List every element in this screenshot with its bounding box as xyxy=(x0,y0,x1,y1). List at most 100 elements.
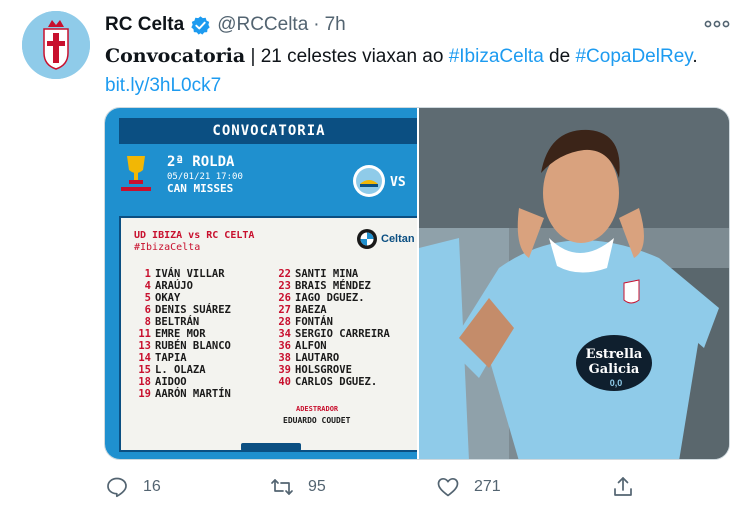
sponsor: Celtan xyxy=(356,228,415,250)
match-hashtag: #IbizaCelta xyxy=(134,242,201,253)
tweet-header: RC Celta @RCCelta · 7h xyxy=(105,12,346,38)
player-name: BELTRÁN xyxy=(155,316,200,328)
player-number: 34 xyxy=(278,328,291,340)
like-count: 271 xyxy=(474,478,501,495)
reply-icon xyxy=(105,475,129,499)
player-number: 22 xyxy=(278,268,291,280)
player-name: TAPIA xyxy=(155,352,187,364)
venue-label: CAN MISSES xyxy=(167,182,234,195)
player-number: 5 xyxy=(144,292,151,304)
player-row: 27 BAEZA xyxy=(274,304,390,316)
player-number: 1 xyxy=(144,268,151,280)
player-row: 34 SERGIO CARREIRA xyxy=(274,328,390,340)
round-label: 2ª ROLDA xyxy=(167,154,235,170)
timestamp[interactable]: 7h xyxy=(325,14,346,36)
squad-sheet: UD IBIZA vs RC CELTA #IbizaCelta Celtan xyxy=(119,216,417,452)
player-number: 15 xyxy=(138,364,151,376)
retweet-button[interactable]: 95 xyxy=(270,475,326,499)
player-number: 11 xyxy=(138,328,151,340)
player-name: HOLSGROVE xyxy=(295,364,352,376)
player-row: 1 IVÁN VILLAR xyxy=(134,268,231,280)
player-row: 19 AARÓN MARTÍN xyxy=(134,388,231,400)
copa-del-rey-logo-icon xyxy=(119,152,153,192)
verified-badge-icon xyxy=(190,15,211,36)
player-number: 19 xyxy=(138,388,151,400)
player-number: 13 xyxy=(138,340,151,352)
reply-button[interactable]: 16 xyxy=(105,475,161,499)
player-row: 14 TAPIA xyxy=(134,352,231,364)
player-name: AIDOO xyxy=(155,376,187,388)
poster-image[interactable]: CONVOCATORIA 2ª ROLDA 05/01/21 17:00 CAN… xyxy=(105,108,417,459)
player-row: 38 LAUTARO xyxy=(274,352,390,364)
shirt-sponsor-line1: Estrella xyxy=(586,347,643,362)
coach-label: ADESTRADOR xyxy=(296,405,339,413)
tweet-text-part: | 21 celestes viaxan ao xyxy=(245,46,449,67)
player-name: CARLOS DGUEZ. xyxy=(295,376,378,388)
separator-dot: · xyxy=(313,14,320,35)
player-row: 13 RUBÉN BLANCO xyxy=(134,340,231,352)
tweet-text: Convocatoria | 21 celestes viaxan ao #Ib… xyxy=(105,42,735,100)
player-name: SANTI MINA xyxy=(295,268,359,280)
vs-label: VS xyxy=(390,175,406,190)
more-options-icon[interactable] xyxy=(703,16,731,32)
heart-icon xyxy=(436,475,460,499)
player-number: 14 xyxy=(138,352,151,364)
player-name: BAEZA xyxy=(295,304,327,316)
retweet-icon xyxy=(270,475,294,499)
display-name[interactable]: RC Celta xyxy=(105,14,184,36)
player-number: 6 xyxy=(144,304,151,316)
celta-crest-icon xyxy=(22,11,90,79)
tweet-text-line1: Convocatoria | 21 celestes viaxan ao #Ib… xyxy=(105,42,735,71)
avatar[interactable] xyxy=(22,11,90,79)
player-name: EMRE MOR xyxy=(155,328,206,340)
player-name: ARAÚJO xyxy=(155,280,193,292)
player-name: IVÁN VILLAR xyxy=(155,268,225,280)
player-row: 23 BRAIS MÉNDEZ xyxy=(274,280,390,292)
player-name: IAGO DGUEZ. xyxy=(295,292,365,304)
player-number: 39 xyxy=(278,364,291,376)
player-name: AARÓN MARTÍN xyxy=(155,388,231,400)
player-number: 40 xyxy=(278,376,291,388)
ud-ibiza-badge-icon xyxy=(352,164,386,198)
player-row: 5 OKAY xyxy=(134,292,231,304)
player-row: 11 EMRE MOR xyxy=(134,328,231,340)
player-number: 36 xyxy=(278,340,291,352)
player-row: 22 SANTI MINA xyxy=(274,268,390,280)
player-name: SERGIO CARREIRA xyxy=(295,328,390,340)
player-number: 26 xyxy=(278,292,291,304)
player-row: 18 AIDOO xyxy=(134,376,231,388)
hashtag-ibizacelta[interactable]: #IbizaCelta xyxy=(449,46,544,67)
reply-count: 16 xyxy=(143,478,161,495)
share-button[interactable] xyxy=(611,475,635,499)
poster-footer-badge xyxy=(241,443,301,451)
action-bar: 16 95 271 xyxy=(0,475,749,501)
player-row: 26 IAGO DGUEZ. xyxy=(274,292,390,304)
tweet-text-part: . xyxy=(692,46,698,67)
player-photo[interactable]: Estrella Galicia 0,0 xyxy=(417,108,729,459)
player-name: RUBÉN BLANCO xyxy=(155,340,231,352)
player-number: 28 xyxy=(278,316,291,328)
player-number: 23 xyxy=(278,280,291,292)
match-date: 05/01/21 17:00 xyxy=(167,172,243,182)
player-number: 8 xyxy=(144,316,151,328)
user-handle[interactable]: @RCCelta xyxy=(217,14,308,36)
player-name: DENIS SUÁREZ xyxy=(155,304,231,316)
media-grid[interactable]: CONVOCATORIA 2ª ROLDA 05/01/21 17:00 CAN… xyxy=(104,107,730,460)
poster-title: CONVOCATORIA xyxy=(119,118,417,144)
player-name: L. OLAZA xyxy=(155,364,206,376)
player-row: 8 BELTRÁN xyxy=(134,316,231,328)
player-name: FONTÁN xyxy=(295,316,333,328)
player-name: LAUTARO xyxy=(295,352,340,364)
shirt-sponsor-line2: Galicia xyxy=(589,362,640,377)
bmw-logo-icon xyxy=(356,228,378,250)
share-icon xyxy=(611,475,635,499)
player-number: 4 xyxy=(144,280,151,292)
shirt-sponsor-line3: 0,0 xyxy=(610,378,623,388)
player-number: 18 xyxy=(138,376,151,388)
like-button[interactable]: 271 xyxy=(436,475,501,499)
match-title: UD IBIZA vs RC CELTA xyxy=(134,230,255,241)
hashtag-copadelrey[interactable]: #CopaDelRey xyxy=(575,46,692,67)
short-link[interactable]: bit.ly/3hL0ck7 xyxy=(105,75,221,96)
player-row: 4 ARAÚJO xyxy=(134,280,231,292)
player-row: 6 DENIS SUÁREZ xyxy=(134,304,231,316)
